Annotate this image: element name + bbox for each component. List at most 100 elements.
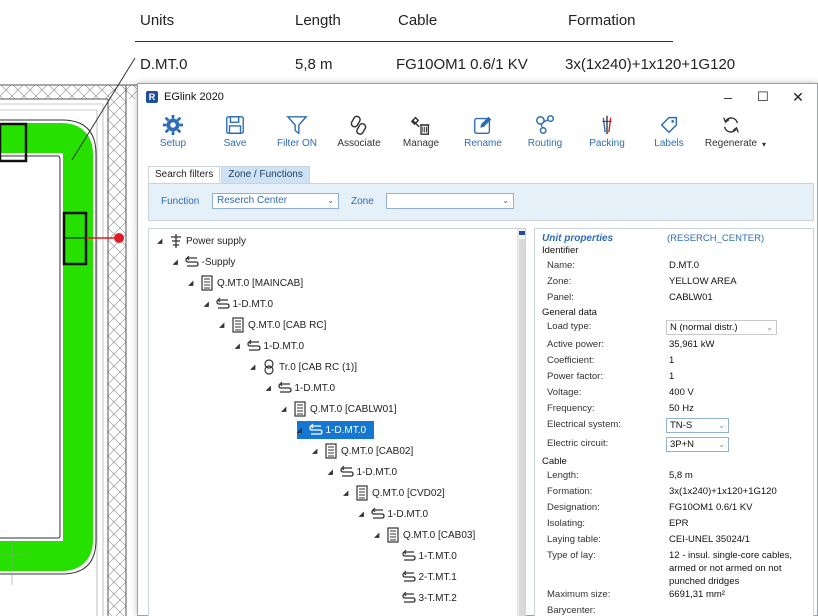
panel-label: Panel: [547, 292, 574, 303]
manage-label: Manage [402, 138, 440, 149]
formation-value: 3x(1x240)+1x120+1G120 [669, 486, 777, 497]
expand-toggle-icon[interactable]: ◢ [250, 363, 262, 371]
power-factor-value: 1 [669, 371, 675, 382]
expand-toggle-icon[interactable]: ◢ [328, 468, 340, 476]
close-button[interactable]: ✕ [781, 86, 815, 108]
tree-node[interactable]: ◢ Power supply [157, 232, 246, 250]
type-of-lay-line-1: 12 - insul. single-core cables, [669, 550, 793, 561]
expand-toggle-icon[interactable]: ◢ [374, 531, 386, 539]
expand-toggle-icon[interactable]: ◢ [359, 510, 371, 518]
type-of-lay-line-2: armed or not armed on not [669, 563, 782, 574]
zone-select[interactable]: ⌄ [386, 193, 514, 209]
tree-node[interactable]: 1-T.MT.0 [390, 547, 457, 565]
tree-node[interactable]: ◢ Q.MT.0 [MAINCAB] [188, 274, 303, 292]
labels-button[interactable]: Labels [638, 110, 700, 158]
load-type-label: Load type: [547, 321, 592, 332]
link-icon [350, 115, 367, 135]
expand-toggle-icon[interactable]: ◢ [297, 426, 309, 434]
chevron-down-icon: ⌄ [718, 440, 725, 449]
tree-scrollbar[interactable] [517, 229, 525, 616]
scroll-thumb[interactable] [519, 239, 525, 616]
tree-node[interactable]: ◢ -Supply [173, 253, 235, 271]
tree-node-label: Power supply [186, 235, 247, 247]
function-select[interactable]: Reserch Center ⌄ [212, 193, 339, 209]
tree-node-label: 1-D.MT.0 [356, 466, 398, 478]
panel-icon [231, 317, 245, 333]
circuit-icon [277, 380, 292, 396]
frequency-value: 50 Hz [669, 403, 694, 414]
name-label: Name: [547, 260, 575, 271]
expand-toggle-icon[interactable]: ◢ [188, 279, 200, 287]
expand-toggle-icon[interactable]: ◢ [312, 447, 324, 455]
routing-button[interactable]: Routing [514, 110, 576, 158]
tree-node[interactable]: ◢ Q.MT.0 [CAB02] [312, 442, 413, 460]
circuit-icon [401, 548, 416, 564]
tree-node-label: Q.MT.0 [CAB03] [403, 529, 476, 541]
laying-table-value: CEI-UNEL 35024/1 [669, 534, 750, 545]
minimize-button[interactable]: – [711, 86, 745, 108]
packing-label: Packing [589, 138, 625, 149]
toolbar-overflow-icon[interactable]: ▾ [762, 110, 770, 149]
tree-node-label: Tr.0 [CAB RC (1)] [279, 361, 357, 373]
tab-zone-functions[interactable]: Zone / Functions [221, 166, 310, 183]
expand-toggle-icon[interactable]: ◢ [343, 489, 355, 497]
tree-node[interactable]: 2-T.MT.1 [390, 568, 457, 586]
tree-node[interactable]: ◢ 1-D.MT.0 [204, 295, 274, 313]
expand-toggle-icon[interactable]: ◢ [235, 342, 247, 350]
formation-label: Formation: [547, 486, 593, 497]
chevron-down-icon: ⌄ [766, 323, 773, 332]
circuit-icon [401, 590, 416, 606]
electrical-system-select[interactable]: TN-S ⌄ [666, 418, 729, 433]
manage-button[interactable]: Manage [390, 110, 452, 158]
tree-node-label: Q.MT.0 [CAB RC] [248, 319, 327, 331]
tree-node[interactable]: ◢ Q.MT.0 [CAB03] [374, 526, 475, 544]
setup-button[interactable]: Setup [142, 110, 204, 158]
tree-node-selected[interactable]: ◢ 1-D.MT.0 [296, 421, 375, 439]
tree-node[interactable]: ◢ Q.MT.0 [CABLW01] [281, 400, 397, 418]
maximum-size-label: Maximum size: [547, 589, 611, 600]
isolating-value: EPR [669, 518, 689, 529]
expand-toggle-icon[interactable]: ◢ [157, 237, 169, 245]
section-general-data: General data [542, 307, 597, 318]
maximize-button[interactable]: ☐ [746, 86, 780, 108]
length-value: 5,8 m [669, 470, 693, 481]
tree-node[interactable]: ◢ Q.MT.0 [CAB RC] [219, 316, 326, 334]
tree-node[interactable]: ◢ Tr.0 [CAB RC (1)] [250, 358, 357, 376]
expand-toggle-icon[interactable]: ◢ [266, 384, 278, 392]
save-icon [226, 116, 244, 134]
tree-node[interactable]: ◢ Q.MT.0 [CVD02] [343, 484, 445, 502]
toolbar: Setup Save Filter ON Associate Manage Re… [138, 110, 817, 160]
manage-icon [410, 116, 430, 135]
tree-node-label: 1-D.MT.0 [232, 298, 274, 310]
save-button[interactable]: Save [204, 110, 266, 158]
electric-circuit-select[interactable]: 3P+N ⌄ [666, 437, 729, 452]
tree-node[interactable]: ◢ 1-D.MT.0 [235, 337, 304, 355]
tree-node[interactable]: ◢ 1-D.MT.0 [328, 463, 398, 481]
rename-button[interactable]: Rename [452, 110, 514, 158]
packing-button[interactable]: Packing [576, 110, 638, 158]
voltage-label: Voltage: [547, 387, 582, 398]
regenerate-button[interactable]: Regenerate [700, 110, 762, 158]
zone-prop-value: YELLOW AREA [669, 276, 737, 287]
expand-toggle-icon[interactable]: ◢ [204, 300, 216, 308]
tree-node-label: 1-D.MT.0 [325, 424, 367, 436]
scroll-up-icon[interactable] [519, 231, 525, 235]
expand-toggle-icon[interactable]: ◢ [219, 321, 231, 329]
regenerate-icon [723, 117, 739, 133]
expand-toggle-icon[interactable]: ◢ [173, 258, 185, 266]
labels-icon [660, 116, 678, 134]
eglink-window: R EGlink 2020 – ☐ ✕ Setup Save Filter ON… [137, 83, 818, 616]
expand-toggle-icon[interactable]: ◢ [281, 405, 293, 413]
zone-prop-label: Zone: [547, 276, 572, 287]
load-type-select[interactable]: N (normal distr.) ⌄ [666, 320, 777, 335]
properties-subtitle: (RESERCH_CENTER) [667, 233, 765, 244]
tree-node[interactable]: ◢ 1-D.MT.0 [266, 379, 335, 397]
filter-button[interactable]: Filter ON [266, 110, 328, 158]
tree-node[interactable]: ◢ 1-D.MT.0 [359, 505, 428, 523]
maximum-size-value: 6691,31 mm² [669, 589, 725, 600]
tab-search-filters[interactable]: Search filters [148, 166, 221, 183]
voltage-value: 400 V [669, 387, 694, 398]
associate-button[interactable]: Associate [328, 110, 390, 158]
tree-node[interactable]: 3-T.MT.2 [390, 589, 457, 607]
properties-title: Unit properties [542, 233, 614, 244]
